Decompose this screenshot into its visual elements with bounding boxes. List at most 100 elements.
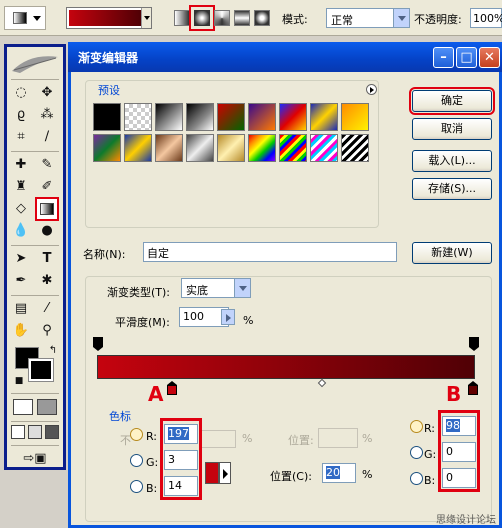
marquee-tool-icon[interactable]: ◌ <box>11 83 31 103</box>
maximize-button[interactable]: □ <box>456 47 477 68</box>
background-color-swatch[interactable] <box>28 358 54 382</box>
gradient-picker[interactable] <box>66 7 152 29</box>
preset-swatch[interactable] <box>93 134 121 162</box>
preset-swatch[interactable] <box>217 103 245 131</box>
ok-button[interactable]: 确定 <box>409 87 495 115</box>
color-stops-label: 色标 <box>109 410 131 423</box>
g-label-left: G: <box>146 456 159 469</box>
load-button[interactable]: 载入(L)... <box>412 150 492 172</box>
close-button[interactable]: ✕ <box>479 47 500 68</box>
radio-r-left[interactable] <box>130 428 143 441</box>
divider <box>11 393 59 394</box>
zoom-tool-icon[interactable]: ⚲ <box>37 321 57 341</box>
blur-tool-icon[interactable]: 💧 <box>11 221 31 241</box>
chevron-right-icon <box>223 469 228 479</box>
divider <box>11 245 59 246</box>
preset-swatch[interactable] <box>155 103 183 131</box>
preset-swatch[interactable] <box>248 134 276 162</box>
chevron-down-icon[interactable] <box>234 279 250 297</box>
standard-mode-icon[interactable] <box>13 399 33 415</box>
healing-brush-tool-icon[interactable]: ✚ <box>11 155 31 175</box>
preset-swatch[interactable] <box>155 134 183 162</box>
path-selection-tool-icon[interactable]: ➤ <box>11 249 31 269</box>
gradient-preview <box>69 10 141 26</box>
tool-preset-picker[interactable] <box>4 6 46 30</box>
preset-swatch[interactable] <box>186 103 214 131</box>
smoothness-slider-button[interactable] <box>221 309 235 325</box>
gradient-type-value: 实底 <box>186 284 208 297</box>
preset-swatch[interactable] <box>310 134 338 162</box>
radial-gradient-icon[interactable] <box>189 5 215 31</box>
preset-swatch[interactable] <box>124 134 152 162</box>
presets-label: 预设 <box>95 82 123 98</box>
stop-color-swatch[interactable] <box>205 462 219 484</box>
title-bar[interactable]: 渐变编辑器 – □ ✕ <box>68 42 502 72</box>
close-icon: ✕ <box>484 50 495 65</box>
color-stop-right[interactable] <box>467 381 478 395</box>
eyedropper-tool-icon[interactable]: ⁄ <box>37 299 57 319</box>
dodge-tool-icon[interactable]: ● <box>37 221 57 241</box>
move-tool-icon[interactable]: ✥ <box>37 83 57 103</box>
pen-tool-icon[interactable]: ✒ <box>11 271 31 291</box>
preset-swatch[interactable] <box>186 134 214 162</box>
mode-select[interactable]: 正常 <box>326 8 410 28</box>
location-input[interactable]: 20 <box>322 463 356 483</box>
maximize-icon: □ <box>460 50 473 65</box>
preset-swatch[interactable] <box>341 134 369 162</box>
radio-b-right[interactable] <box>410 472 423 485</box>
clone-stamp-tool-icon[interactable]: ♜ <box>11 177 31 197</box>
gradient-type-select[interactable]: 实底 <box>181 278 251 298</box>
lasso-tool-icon[interactable]: ϱ <box>11 105 31 125</box>
reflected-gradient-icon[interactable] <box>234 10 250 26</box>
gradient-bar[interactable] <box>97 355 475 379</box>
custom-shape-tool-icon[interactable]: ✱ <box>37 271 57 291</box>
preset-swatch[interactable] <box>341 103 369 131</box>
preset-swatch[interactable] <box>279 134 307 162</box>
preset-swatch[interactable] <box>124 103 152 131</box>
color-stop-left[interactable] <box>166 381 177 395</box>
history-brush-tool-icon[interactable]: ✐ <box>37 177 57 197</box>
crop-tool-icon[interactable]: ⌗ <box>11 127 31 147</box>
preset-swatch[interactable] <box>217 134 245 162</box>
screen-mode-full-icon[interactable] <box>45 425 59 439</box>
eraser-tool-icon[interactable]: ◇ <box>11 199 31 219</box>
screen-mode-full-menu-icon[interactable] <box>28 425 42 439</box>
swap-colors-icon[interactable]: ↰ <box>43 341 63 361</box>
preset-swatch[interactable] <box>248 103 276 131</box>
screen-mode-standard-icon[interactable] <box>11 425 25 439</box>
new-button[interactable]: 新建(W) <box>412 242 492 264</box>
radio-r-right[interactable] <box>410 420 423 433</box>
chevron-down-icon <box>33 16 41 21</box>
cancel-button[interactable]: 取消 <box>412 118 492 140</box>
preset-swatch[interactable] <box>279 103 307 131</box>
stop-color-menu[interactable] <box>219 462 231 484</box>
preset-swatch[interactable] <box>310 103 338 131</box>
angle-gradient-icon[interactable] <box>214 10 230 26</box>
save-button[interactable]: 存储(S)... <box>412 178 492 200</box>
chevron-down-icon[interactable] <box>393 9 409 27</box>
name-input[interactable]: 自定 <box>143 242 397 262</box>
brush-tool-icon[interactable]: ✎ <box>37 155 57 175</box>
type-tool-icon[interactable]: T <box>37 249 57 269</box>
slice-tool-icon[interactable]: ∕ <box>37 127 57 147</box>
hand-tool-icon[interactable]: ✋ <box>11 321 31 341</box>
preset-swatch[interactable] <box>93 103 121 131</box>
opacity-stop-left[interactable] <box>92 337 103 351</box>
presets-menu-icon[interactable] <box>366 84 377 95</box>
chevron-down-icon[interactable] <box>141 8 151 28</box>
gradient-tool-icon[interactable] <box>35 197 59 221</box>
linear-gradient-icon[interactable] <box>174 10 190 26</box>
magic-wand-tool-icon[interactable]: ⁂ <box>37 105 57 125</box>
radio-g-left[interactable] <box>130 454 143 467</box>
minimize-button[interactable]: – <box>433 47 454 68</box>
default-colors-icon[interactable]: ■ <box>9 371 29 391</box>
notes-tool-icon[interactable]: ▤ <box>11 299 31 319</box>
diamond-gradient-icon[interactable] <box>254 10 270 26</box>
radio-b-left[interactable] <box>130 480 143 493</box>
opacity-stop-right[interactable] <box>468 337 479 351</box>
quick-mask-mode-icon[interactable] <box>37 399 57 415</box>
opacity-input[interactable]: 100% <box>470 8 502 28</box>
jump-to-imageready-icon[interactable]: ⇨▣ <box>19 449 51 469</box>
radio-g-right[interactable] <box>410 446 423 459</box>
divider <box>11 421 59 422</box>
